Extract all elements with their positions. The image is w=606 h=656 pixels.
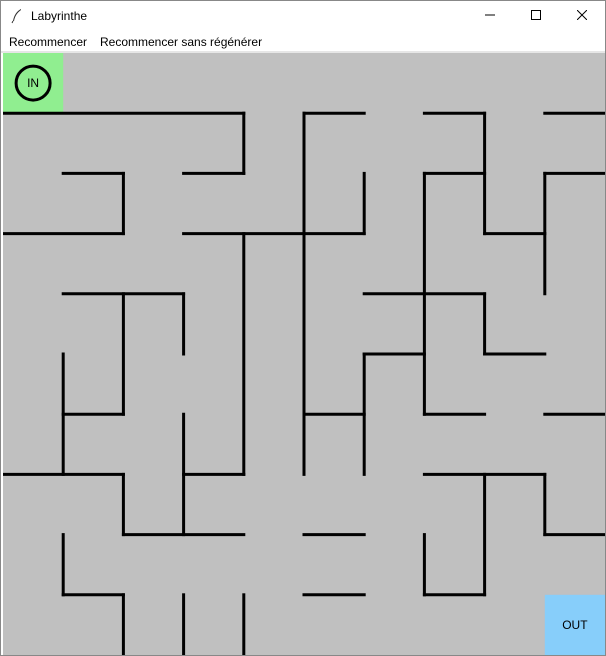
maximize-icon xyxy=(531,7,541,25)
end-label: OUT xyxy=(562,618,588,632)
menu-restart[interactable]: Recommencer xyxy=(9,35,87,49)
minimize-button[interactable] xyxy=(467,1,513,31)
start-label: IN xyxy=(27,76,39,90)
title-bar[interactable]: Labyrinthe xyxy=(1,1,605,31)
app-window: Labyrinthe Recommencer Recommencer sans … xyxy=(0,0,606,656)
minimize-icon xyxy=(485,7,495,25)
maze-board[interactable]: IN OUT xyxy=(3,53,605,655)
menu-bar: Recommencer Recommencer sans régénérer xyxy=(1,32,605,52)
window-title: Labyrinthe xyxy=(31,9,88,23)
menu-restart-no-regenerate[interactable]: Recommencer sans régénérer xyxy=(100,35,262,49)
feather-icon xyxy=(9,8,25,24)
close-button[interactable] xyxy=(559,1,605,31)
maze-canvas[interactable]: IN OUT xyxy=(3,53,605,655)
maximize-button[interactable] xyxy=(513,1,559,31)
close-icon xyxy=(576,7,588,25)
